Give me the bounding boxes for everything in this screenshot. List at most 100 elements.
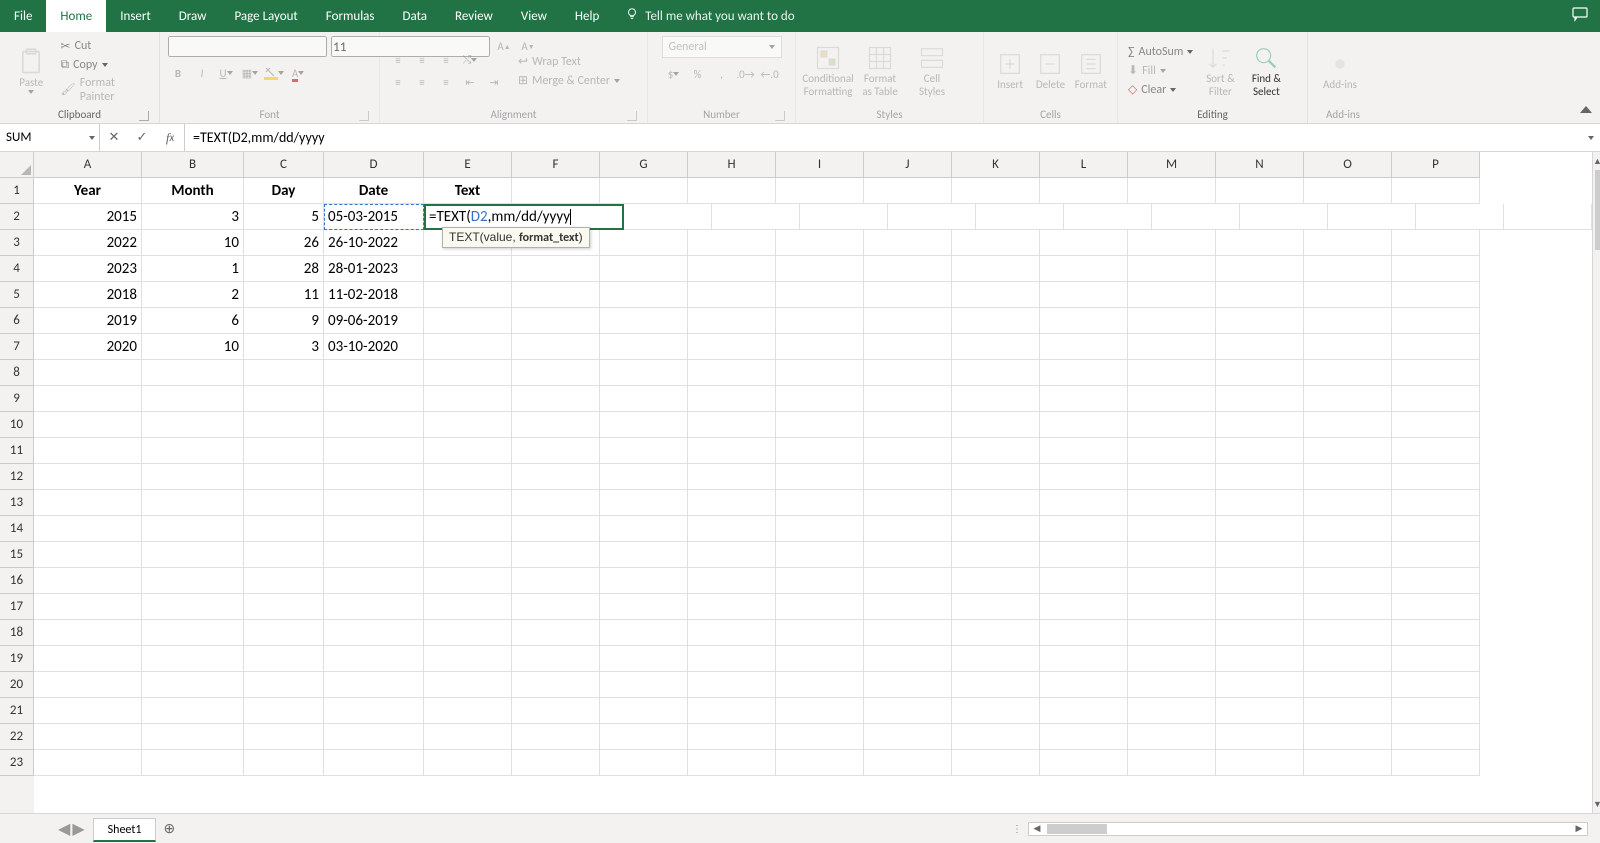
row-header[interactable]: 4 bbox=[0, 256, 34, 282]
cell[interactable] bbox=[1392, 646, 1480, 672]
tab-page-layout[interactable]: Page Layout bbox=[220, 0, 311, 32]
horizontal-scrollbar[interactable]: ◀ ▶ bbox=[1028, 822, 1588, 836]
cell[interactable] bbox=[776, 464, 864, 490]
cell[interactable] bbox=[244, 464, 324, 490]
cell[interactable] bbox=[512, 568, 600, 594]
cell[interactable] bbox=[1216, 412, 1304, 438]
merge-center-button[interactable]: ⊞ Merge & Center bbox=[516, 72, 622, 89]
cell[interactable] bbox=[1392, 620, 1480, 646]
cell[interactable] bbox=[1216, 542, 1304, 568]
cell[interactable] bbox=[1128, 724, 1216, 750]
cell[interactable] bbox=[776, 750, 864, 776]
cell[interactable] bbox=[776, 490, 864, 516]
cell[interactable] bbox=[952, 594, 1040, 620]
cell[interactable]: Date bbox=[324, 178, 424, 204]
cell[interactable]: 10 bbox=[142, 334, 244, 360]
cell[interactable] bbox=[1040, 282, 1128, 308]
cell[interactable] bbox=[1040, 256, 1128, 282]
cell[interactable] bbox=[864, 490, 952, 516]
cell[interactable] bbox=[1040, 672, 1128, 698]
cell[interactable] bbox=[688, 542, 776, 568]
cell[interactable] bbox=[952, 516, 1040, 542]
cell[interactable] bbox=[776, 412, 864, 438]
cell[interactable] bbox=[864, 308, 952, 334]
cell[interactable] bbox=[1216, 178, 1304, 204]
cell[interactable] bbox=[1128, 490, 1216, 516]
align-bottom-icon[interactable]: ≡ bbox=[436, 50, 456, 70]
cell[interactable]: 3 bbox=[244, 334, 324, 360]
cell[interactable] bbox=[244, 360, 324, 386]
tab-help[interactable]: Help bbox=[561, 0, 613, 32]
column-header[interactable]: P bbox=[1392, 152, 1480, 178]
cell[interactable] bbox=[1216, 516, 1304, 542]
cell[interactable] bbox=[424, 386, 512, 412]
cell[interactable] bbox=[1392, 230, 1480, 256]
cell[interactable] bbox=[776, 178, 864, 204]
cell[interactable] bbox=[600, 438, 688, 464]
cell[interactable] bbox=[324, 620, 424, 646]
cell[interactable] bbox=[688, 490, 776, 516]
cell[interactable] bbox=[142, 568, 244, 594]
cell[interactable] bbox=[1304, 360, 1392, 386]
sheet-tab[interactable]: Sheet1 bbox=[93, 818, 157, 842]
cell[interactable] bbox=[1392, 464, 1480, 490]
cell[interactable] bbox=[1392, 672, 1480, 698]
cell[interactable] bbox=[688, 412, 776, 438]
row-header[interactable]: 3 bbox=[0, 230, 34, 256]
scroll-right-icon[interactable]: ▶ bbox=[1571, 823, 1587, 834]
cell[interactable] bbox=[1040, 542, 1128, 568]
sheet-nav-next-icon[interactable]: ▶ bbox=[72, 819, 84, 839]
dialog-launcher-icon[interactable] bbox=[775, 111, 785, 121]
cell[interactable] bbox=[512, 438, 600, 464]
cell[interactable] bbox=[142, 542, 244, 568]
accounting-format-icon[interactable]: $ bbox=[664, 64, 684, 84]
cell[interactable] bbox=[244, 750, 324, 776]
cell[interactable] bbox=[1128, 594, 1216, 620]
cell[interactable] bbox=[600, 412, 688, 438]
cell[interactable] bbox=[1304, 412, 1392, 438]
sort-filter-button[interactable]: Sort & Filter bbox=[1199, 42, 1241, 100]
row-header[interactable]: 8 bbox=[0, 360, 34, 386]
cell[interactable] bbox=[952, 360, 1040, 386]
tab-data[interactable]: Data bbox=[389, 0, 442, 32]
cell[interactable] bbox=[952, 308, 1040, 334]
row-header[interactable]: 5 bbox=[0, 282, 34, 308]
cell[interactable] bbox=[512, 750, 600, 776]
cell[interactable] bbox=[864, 698, 952, 724]
cell[interactable] bbox=[1128, 178, 1216, 204]
cell[interactable] bbox=[142, 620, 244, 646]
cell[interactable]: 05-03-2015 bbox=[324, 204, 424, 230]
cell[interactable] bbox=[688, 282, 776, 308]
cell[interactable] bbox=[1040, 516, 1128, 542]
cell[interactable] bbox=[1216, 308, 1304, 334]
cell[interactable] bbox=[952, 230, 1040, 256]
cell[interactable] bbox=[864, 334, 952, 360]
cell[interactable]: 2022 bbox=[34, 230, 142, 256]
align-middle-icon[interactable]: ≡ bbox=[412, 50, 432, 70]
cell[interactable] bbox=[888, 204, 976, 230]
cell[interactable] bbox=[952, 646, 1040, 672]
cell[interactable] bbox=[324, 490, 424, 516]
cell[interactable] bbox=[142, 750, 244, 776]
cell[interactable] bbox=[244, 438, 324, 464]
cell[interactable]: Month bbox=[142, 178, 244, 204]
cell[interactable] bbox=[1304, 620, 1392, 646]
bold-button[interactable]: B bbox=[168, 63, 188, 83]
tab-view[interactable]: View bbox=[507, 0, 561, 32]
cell[interactable] bbox=[952, 178, 1040, 204]
cell[interactable] bbox=[1216, 230, 1304, 256]
cell[interactable] bbox=[600, 594, 688, 620]
cell[interactable] bbox=[1128, 438, 1216, 464]
cell[interactable] bbox=[1304, 516, 1392, 542]
cell[interactable] bbox=[1392, 386, 1480, 412]
cell[interactable] bbox=[512, 360, 600, 386]
cell[interactable]: 3 bbox=[142, 204, 244, 230]
cell[interactable] bbox=[1304, 464, 1392, 490]
cell[interactable] bbox=[424, 646, 512, 672]
cell[interactable] bbox=[244, 490, 324, 516]
cell[interactable] bbox=[688, 568, 776, 594]
column-header[interactable]: N bbox=[1216, 152, 1304, 178]
cell[interactable] bbox=[142, 646, 244, 672]
cell[interactable] bbox=[424, 308, 512, 334]
cell[interactable] bbox=[600, 282, 688, 308]
